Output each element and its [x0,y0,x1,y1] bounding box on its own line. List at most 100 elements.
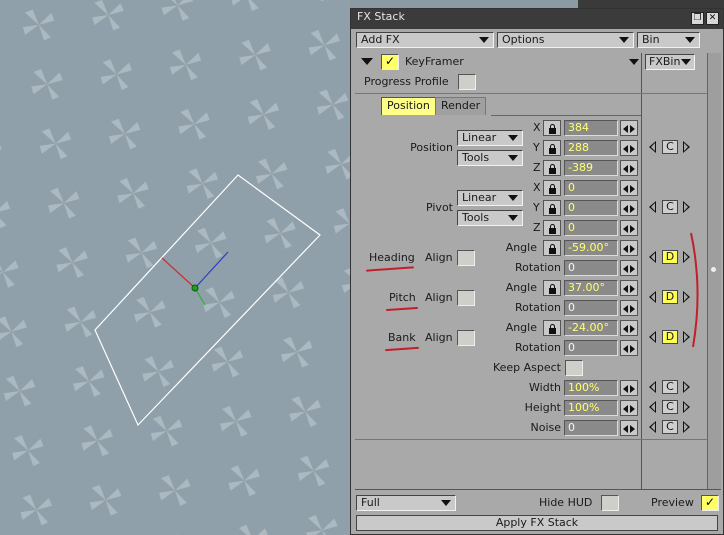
heading-key-button[interactable]: D [662,250,678,264]
pivot-key-button[interactable]: C [662,200,678,214]
effect-menu-icon[interactable] [629,59,639,65]
keep-aspect-checkbox[interactable] [565,360,583,376]
chevron-down-icon [441,500,451,506]
pitch-rotation-stepper[interactable] [620,300,638,316]
position-y-field[interactable]: 288 [564,140,618,156]
bank-align-checkbox[interactable] [457,330,475,346]
heading-rotation-stepper[interactable] [620,260,638,276]
restore-icon[interactable]: ❐ [691,12,704,25]
next-key-icon[interactable] [683,201,690,213]
pitch-rotation-field[interactable]: 0 [564,300,618,316]
noise-stepper[interactable] [620,420,638,436]
position-z-label: Z [533,161,541,174]
next-key-icon[interactable] [683,381,690,393]
pivot-y-stepper[interactable] [620,200,638,216]
hide-hud-checkbox[interactable] [601,495,619,511]
preview-checkbox[interactable]: ✓ [701,495,719,511]
heading-rotation-field[interactable]: 0 [564,260,618,276]
prev-key-icon[interactable] [649,201,656,213]
position-z-stepper[interactable] [620,160,638,176]
lock-icon[interactable] [543,280,561,296]
pitch-angle-stepper[interactable] [620,280,638,296]
pivot-x-stepper[interactable] [620,180,638,196]
next-key-icon[interactable] [683,141,690,153]
lock-icon[interactable] [543,140,561,156]
header-divider [355,93,642,94]
prev-key-icon[interactable] [649,401,656,413]
height-field[interactable]: 100% [564,400,618,416]
check-icon: ✓ [385,54,396,68]
bin-dropdown[interactable]: Bin [637,32,700,48]
heading-align-checkbox[interactable] [457,250,475,266]
tab-position[interactable]: Position [381,97,436,115]
bank-angle-stepper[interactable] [620,320,638,336]
tab-render[interactable]: Render [435,97,487,115]
prev-key-icon[interactable] [649,331,656,343]
pivot-z-field[interactable]: 0 [564,220,618,236]
noise-key-button[interactable]: C [662,420,678,434]
width-field[interactable]: 100% [564,380,618,396]
noise-label: Noise [530,421,561,434]
add-fx-dropdown[interactable]: Add FX [356,32,494,48]
pivot-y-field[interactable]: 0 [564,200,618,216]
bank-key-button[interactable]: D [662,330,678,344]
lock-icon[interactable] [543,120,561,136]
apply-fx-stack-button[interactable]: Apply FX Stack [356,515,718,531]
options-dropdown[interactable]: Options [497,32,634,48]
width-key-button[interactable]: C [662,380,678,394]
position-tools-dropdown[interactable]: Tools [457,150,523,166]
viewport[interactable] [0,0,350,535]
chevron-down-icon [479,37,489,43]
bank-angle-field[interactable]: -24.00° [564,320,618,336]
window-title: FX Stack [357,10,405,23]
pitch-angle-field[interactable]: 37.00° [564,280,618,296]
position-y-stepper[interactable] [620,140,638,156]
pivot-label: Pivot [425,201,453,214]
progress-profile-checkbox[interactable] [458,74,476,90]
bank-rotation-stepper[interactable] [620,340,638,356]
lock-icon[interactable] [543,180,561,196]
prev-key-icon[interactable] [649,381,656,393]
heading-angle-field[interactable]: -59.00° [564,240,618,256]
quality-dropdown[interactable]: Full [356,495,456,511]
lock-icon[interactable] [543,320,561,336]
lock-icon[interactable] [543,160,561,176]
pitch-align-checkbox[interactable] [457,290,475,306]
prev-key-icon[interactable] [649,141,656,153]
effect-enabled-checkbox[interactable]: ✓ [381,54,399,70]
position-z-field[interactable]: -389 [564,160,618,176]
height-stepper[interactable] [620,400,638,416]
hide-hud-label: Hide HUD [539,496,593,509]
pivot-interp-dropdown[interactable]: Linear [457,190,523,206]
pitch-key-button[interactable]: D [662,290,678,304]
prev-key-icon[interactable] [649,251,656,263]
position-x-field[interactable]: 384 [564,120,618,136]
titlebar[interactable]: FX Stack ❐ ✕ [351,9,723,29]
position-x-stepper[interactable] [620,120,638,136]
width-stepper[interactable] [620,380,638,396]
position-key-button[interactable]: C [662,140,678,154]
prev-key-icon[interactable] [649,291,656,303]
window-edge [578,0,724,8]
pivot-y-label: Y [533,201,540,214]
height-key-button[interactable]: C [662,400,678,414]
heading-angle-stepper[interactable] [620,240,638,256]
lock-icon[interactable] [543,240,561,256]
next-key-icon[interactable] [683,401,690,413]
prev-key-icon[interactable] [649,421,656,433]
pivot-interp-value: Linear [462,191,497,204]
close-icon[interactable]: ✕ [706,12,719,25]
collapse-icon[interactable] [361,58,373,65]
position-interp-dropdown[interactable]: Linear [457,130,523,146]
fxbin-dropdown[interactable]: FXBin [645,54,695,70]
next-key-icon[interactable] [683,421,690,433]
noise-field[interactable]: 0 [564,420,618,436]
pivot-x-field[interactable]: 0 [564,180,618,196]
scrollbar-thumb[interactable] [711,267,716,272]
bank-rotation-field[interactable]: 0 [564,340,618,356]
pivot-tools-dropdown[interactable]: Tools [457,210,523,226]
check-icon: ✓ [705,495,716,509]
pivot-z-stepper[interactable] [620,220,638,236]
lock-icon[interactable] [543,200,561,216]
lock-icon[interactable] [543,220,561,236]
